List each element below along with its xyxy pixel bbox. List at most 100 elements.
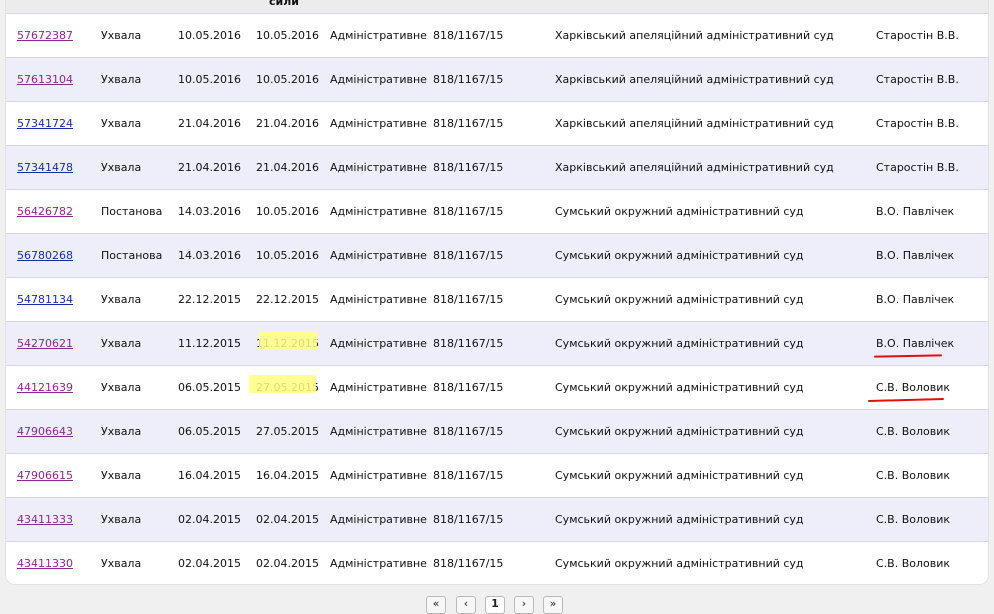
doc-type: Ухвала xyxy=(101,381,142,394)
proceeding-form: Адміністративне xyxy=(330,425,427,438)
proceeding-form: Адміністративне xyxy=(330,29,427,42)
case-number: 818/1167/15 xyxy=(433,425,504,438)
judge-name: В.О. Павлічек xyxy=(876,293,955,306)
table-row: 47906643 Ухвала 06.05.2015 27.05.2015 Адміні… xyxy=(6,409,988,454)
doc-type: Ухвала xyxy=(101,161,142,174)
pager-first-button[interactable]: « xyxy=(426,596,446,614)
pager-page-1-button[interactable]: 1 xyxy=(485,596,505,614)
case-number: 818/1167/15 xyxy=(433,249,504,262)
highlight-effective-date-2 xyxy=(249,375,316,393)
judge-name: С.В. Воловик xyxy=(876,557,951,570)
court-name: Сумський окружний адміністративний суд xyxy=(555,293,804,306)
proceeding-form: Адміністративне xyxy=(330,73,427,86)
case-number: 818/1167/15 xyxy=(433,161,504,174)
proceeding-form: Адміністративне xyxy=(330,117,427,130)
doc-type: Ухвала xyxy=(101,117,142,130)
table-row: 56426782 Постанова 14.03.2016 10.05.2016 Адм… xyxy=(6,189,988,234)
court-name: Харківський апеляційний адміністративний… xyxy=(555,73,834,86)
proceeding-form: Адміністративне xyxy=(330,381,427,394)
table-row: 57672387 Ухвала 10.05.2016 10.05.2016 Адміні… xyxy=(6,13,988,58)
court-name: Сумський окружний адміністративний суд xyxy=(555,381,804,394)
court-name: Сумський окружний адміністративний суд xyxy=(555,557,804,570)
judge-name: С.В. Воловик xyxy=(876,425,951,438)
table-header: сили xyxy=(6,0,988,13)
effective-date: 27.05.2015 xyxy=(256,425,319,438)
doc-type: Ухвала xyxy=(101,73,142,86)
reg-date: 22.12.2015 xyxy=(178,293,241,306)
doc-id-link[interactable]: 57341724 xyxy=(17,117,73,131)
effective-date: 10.05.2016 xyxy=(256,73,319,86)
case-number: 818/1167/15 xyxy=(433,513,504,526)
judge-name: Старостін В.В. xyxy=(876,29,959,42)
effective-date: 16.04.2015 xyxy=(256,469,319,482)
pager-next-button[interactable]: › xyxy=(514,596,534,614)
proceeding-form: Адміністративне xyxy=(330,337,427,350)
doc-id-link[interactable]: 56426782 xyxy=(17,205,73,219)
proceeding-form: Адміністративне xyxy=(330,249,427,262)
court-name: Харківський апеляційний адміністративний… xyxy=(555,29,834,42)
doc-id-link[interactable]: 56780268 xyxy=(17,249,73,263)
table-row: 54270621Ухвала11.12.201511.12.2015Адміні… xyxy=(6,321,988,366)
doc-type: Ухвала xyxy=(101,469,142,482)
doc-id-link[interactable]: 47906643 xyxy=(17,425,73,439)
doc-id-link[interactable]: 54781134 xyxy=(17,293,73,307)
doc-id-link[interactable]: 54270621 xyxy=(17,337,73,351)
highlight-effective-date-1 xyxy=(259,331,317,349)
judge-name: В.О. Павлічек xyxy=(876,205,955,218)
doc-id-link[interactable]: 43411333 xyxy=(17,513,73,527)
table-row: 43411333 Ухвала 02.04.2015 02.04.2015 Адміні… xyxy=(6,497,988,542)
effective-date: 22.12.2015 xyxy=(256,293,319,306)
judge-name: Старостін В.В. xyxy=(876,73,959,86)
table-row: 43411330 Ухвала 02.04.2015 02.04.2015 Адміні… xyxy=(6,541,988,584)
table-row: 54781134 Ухвала 22.12.2015 22.12.2015 Адміні… xyxy=(6,277,988,322)
proceeding-form: Адміністративне xyxy=(330,161,427,174)
reg-date: 14.03.2016 xyxy=(178,249,241,262)
doc-id-link[interactable]: 44121639 xyxy=(17,381,73,395)
case-number: 818/1167/15 xyxy=(433,557,504,570)
reg-date: 02.04.2015 xyxy=(178,513,241,526)
court-name: Харківський апеляційний адміністративний… xyxy=(555,161,834,174)
proceeding-form: Адміністративне xyxy=(330,293,427,306)
case-number: 818/1167/15 xyxy=(433,293,504,306)
case-number: 818/1167/15 xyxy=(433,73,504,86)
case-number: 818/1167/15 xyxy=(433,117,504,130)
court-name: Сумський окружний адміністративний суд xyxy=(555,425,804,438)
effective-date: 21.04.2016 xyxy=(256,117,319,130)
results-table: сили 57672387 Ухвала 10.05.2016 10.05.2016 А… xyxy=(5,0,989,585)
judge-name: Старостін В.В. xyxy=(876,161,959,174)
header-effective-date-fragment: сили xyxy=(269,0,299,8)
doc-id-link[interactable]: 47906615 xyxy=(17,469,73,483)
doc-type: Ухвала xyxy=(101,425,142,438)
effective-date: 10.05.2016 xyxy=(256,29,319,42)
pager-prev-button[interactable]: ‹ xyxy=(456,596,476,614)
judge-name: С.В. Воловик xyxy=(876,513,951,526)
doc-id-link[interactable]: 57613104 xyxy=(17,73,73,87)
pager-last-button[interactable]: » xyxy=(543,596,563,614)
judge-name: Старостін В.В. xyxy=(876,117,959,130)
doc-type: Ухвала xyxy=(101,293,142,306)
reg-date: 06.05.2015 xyxy=(178,425,241,438)
reg-date: 10.05.2016 xyxy=(178,73,241,86)
reg-date: 10.05.2016 xyxy=(178,29,241,42)
reg-date: 14.03.2016 xyxy=(178,205,241,218)
judge-name: С.В. Воловик xyxy=(876,469,951,482)
case-number: 818/1167/15 xyxy=(433,337,504,350)
court-name: Харківський апеляційний адміністративний… xyxy=(555,117,834,130)
doc-id-link[interactable]: 57672387 xyxy=(17,29,73,43)
doc-id-link[interactable]: 43411330 xyxy=(17,557,73,571)
court-name: Сумський окружний адміністративний суд xyxy=(555,469,804,482)
proceeding-form: Адміністративне xyxy=(330,469,427,482)
table-row: 44121639Ухвала06.05.201527.05.2015Адміні… xyxy=(6,365,988,410)
reg-date: 06.05.2015 xyxy=(178,381,241,394)
case-number: 818/1167/15 xyxy=(433,469,504,482)
court-name: Сумський окружний адміністративний суд xyxy=(555,205,804,218)
court-name: Сумський окружний адміністративний суд xyxy=(555,337,804,350)
doc-id-link[interactable]: 57341478 xyxy=(17,161,73,175)
effective-date: 02.04.2015 xyxy=(256,513,319,526)
effective-date: 21.04.2016 xyxy=(256,161,319,174)
case-number: 818/1167/15 xyxy=(433,205,504,218)
proceeding-form: Адміністративне xyxy=(330,205,427,218)
doc-type: Постанова xyxy=(101,249,163,262)
reg-date: 21.04.2016 xyxy=(178,117,241,130)
doc-type: Ухвала xyxy=(101,557,142,570)
